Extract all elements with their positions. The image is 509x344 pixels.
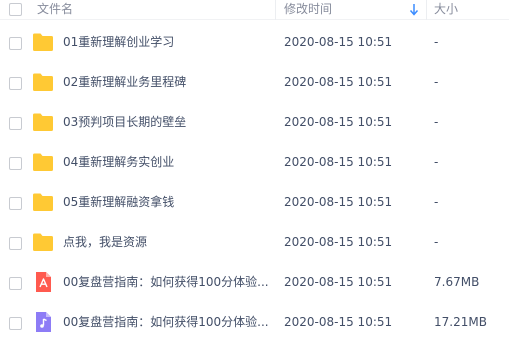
- file-size: 17.21MB: [434, 315, 487, 329]
- file-row[interactable]: 03预判项目长期的壁垒 2020-08-15 10:51 -: [0, 104, 509, 144]
- row-checkbox[interactable]: [9, 197, 22, 210]
- file-size: -: [434, 75, 439, 89]
- file-row[interactable]: 05重新理解融资拿钱 2020-08-15 10:51 -: [0, 184, 509, 224]
- row-checkbox[interactable]: [9, 157, 22, 170]
- row-checkbox[interactable]: [9, 277, 22, 290]
- file-list-header: 文件名 修改时间 大小: [0, 0, 509, 20]
- file-name-link[interactable]: 02重新理解业务里程碑: [63, 74, 271, 90]
- file-list: 文件名 修改时间 大小 01重新理解创业学习 2020-08-15 10:51-0…: [0, 0, 509, 344]
- file-size: -: [434, 235, 439, 249]
- file-row[interactable]: 04重新理解务实创业 2020-08-15 10:51 -: [0, 144, 509, 184]
- file-size: -: [434, 195, 439, 209]
- row-checkbox[interactable]: [9, 117, 22, 130]
- row-checkbox[interactable]: [9, 237, 22, 250]
- file-modified-time: 2020-08-15 10:51: [284, 75, 393, 89]
- column-header-name[interactable]: 文件名: [37, 1, 73, 17]
- file-row[interactable]: 02重新理解业务里程碑 2020-08-15 10:51 -: [0, 64, 509, 104]
- file-name-link[interactable]: 点我，我是资源: [63, 234, 271, 250]
- file-size: -: [434, 35, 439, 49]
- folder-icon: [32, 191, 54, 213]
- file-name-link[interactable]: 05重新理解融资拿钱: [63, 194, 271, 210]
- file-modified-time: 2020-08-15 10:51: [284, 155, 393, 169]
- column-header-size[interactable]: 大小: [434, 1, 458, 17]
- file-row[interactable]: 点我，我是资源 2020-08-15 10:51 -: [0, 224, 509, 264]
- file-row[interactable]: 01重新理解创业学习 2020-08-15 10:51 -: [0, 24, 509, 64]
- pdf-file-icon: [32, 271, 54, 293]
- file-modified-time: 2020-08-15 10:51: [284, 275, 393, 289]
- folder-icon: [32, 71, 54, 93]
- file-modified-time: 2020-08-15 10:51: [284, 35, 393, 49]
- folder-icon: [32, 231, 54, 253]
- file-name-link[interactable]: 01重新理解创业学习: [63, 34, 271, 50]
- file-name-link[interactable]: 04重新理解务实创业: [63, 154, 271, 170]
- audio-file-icon: [32, 311, 54, 333]
- folder-icon: [32, 151, 54, 173]
- file-modified-time: 2020-08-15 10:51: [284, 235, 393, 249]
- row-checkbox[interactable]: [9, 77, 22, 90]
- folder-icon: [32, 111, 54, 133]
- file-size: -: [434, 155, 439, 169]
- file-size: 7.67MB: [434, 275, 480, 289]
- column-header-modified-time[interactable]: 修改时间: [284, 1, 332, 17]
- column-divider[interactable]: [426, 0, 427, 20]
- column-divider[interactable]: [275, 0, 276, 20]
- file-size: -: [434, 115, 439, 129]
- file-name-link[interactable]: 03预判项目长期的壁垒: [63, 114, 271, 130]
- file-modified-time: 2020-08-15 10:51: [284, 195, 393, 209]
- file-row[interactable]: 00复盘营指南：如何获得100分体验... 2020-08-15 10:51 7.6…: [0, 264, 509, 304]
- file-modified-time: 2020-08-15 10:51: [284, 115, 393, 129]
- select-all-checkbox[interactable]: [9, 3, 22, 16]
- file-name-link[interactable]: 00复盘营指南：如何获得100分体验...: [63, 274, 271, 290]
- file-name-link[interactable]: 00复盘营指南：如何获得100分体验...: [63, 314, 271, 330]
- file-modified-time: 2020-08-15 10:51: [284, 315, 393, 329]
- arrow-down-icon[interactable]: [408, 3, 420, 17]
- row-checkbox[interactable]: [9, 37, 22, 50]
- file-row[interactable]: 00复盘营指南：如何获得100分体验... 2020-08-15 10:51 17.…: [0, 304, 509, 344]
- folder-icon: [32, 31, 54, 53]
- row-checkbox[interactable]: [9, 317, 22, 330]
